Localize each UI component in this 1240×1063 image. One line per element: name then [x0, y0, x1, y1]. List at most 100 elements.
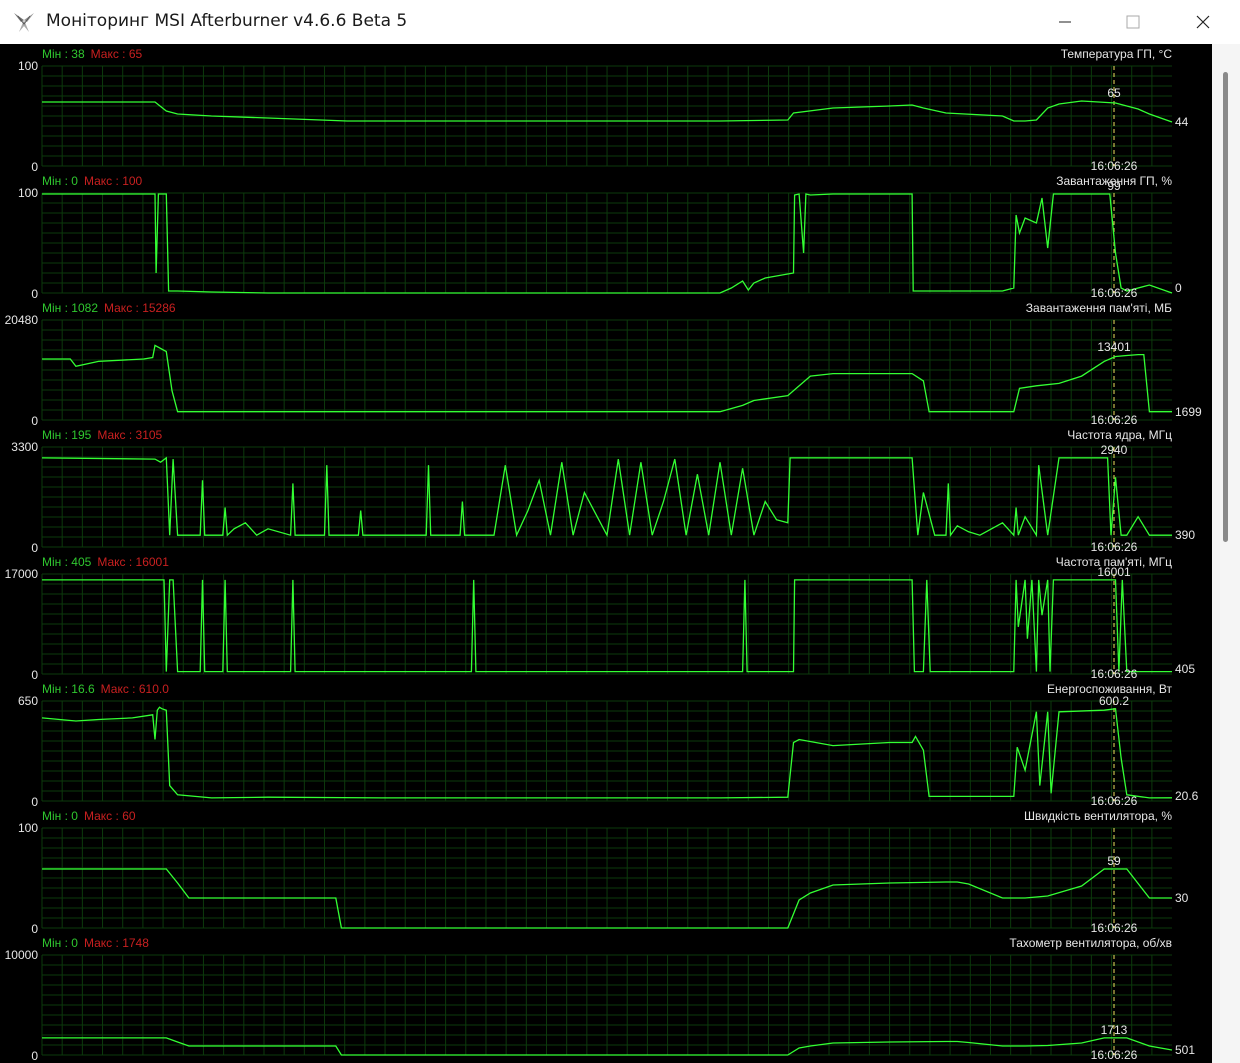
graph-title: Швидкість вентилятора, %	[1023, 809, 1172, 823]
max-value: 1748	[122, 936, 149, 950]
graph-plot[interactable]	[41, 192, 1173, 294]
graph-gpu-temperature: Мін : 38 Макс : 65 Температура ГП, °С 100…	[0, 44, 1212, 174]
min-prefix: Мін :	[42, 47, 72, 61]
min-value: 195	[71, 428, 92, 442]
grid	[41, 573, 1172, 675]
peak-value: 2940	[1100, 442, 1128, 457]
title-bar[interactable]: Моніторинг MSI Afterburner v4.6.6 Beta 5	[0, 0, 1240, 44]
min-value: 38	[71, 47, 85, 61]
minimize-button[interactable]	[1030, 0, 1100, 44]
graph-plot[interactable]	[41, 446, 1172, 548]
y-max-label: 3300	[11, 440, 38, 454]
maximize-icon	[1126, 15, 1140, 29]
graph-plot[interactable]	[41, 700, 1173, 802]
y-max-label: 650	[17, 694, 38, 708]
max-prefix: Макс :	[104, 301, 143, 315]
peak-value: 59	[1107, 854, 1121, 868]
peak-value: 99	[1107, 179, 1121, 193]
min-value: 0	[71, 809, 78, 823]
min-value: 405	[71, 555, 92, 569]
max-prefix: Макс :	[97, 428, 136, 442]
min-max-readout: Мін : 0 Макс : 100	[42, 174, 142, 188]
afterburner-window: Моніторинг MSI Afterburner v4.6.6 Beta 5…	[0, 0, 1240, 1063]
vertical-scrollbar[interactable]	[1212, 44, 1240, 1063]
min-max-readout: Мін : 1082 Макс : 15286	[42, 301, 176, 315]
graph-plot[interactable]	[41, 954, 1173, 1056]
current-value: 0	[1175, 281, 1182, 295]
min-max-readout: Мін : 0 Макс : 60	[42, 809, 136, 823]
monitoring-graphs[interactable]: Мін : 38 Макс : 65 Температура ГП, °С 100…	[0, 44, 1212, 1063]
max-value: 65	[128, 47, 143, 61]
graph-fan-speed: Мін : 0 Макс : 60 Швидкість вентилятора, …	[0, 806, 1212, 936]
graph-fan-tachometer: Мін : 0 Макс : 1748 Тахометр вентилятора,…	[0, 933, 1212, 1063]
graph-memory-clock: Мін : 405 Макс : 16001 Частота пам'яті, М…	[0, 552, 1212, 682]
current-value: 501	[1175, 1042, 1196, 1057]
min-prefix: Мін :	[42, 555, 72, 569]
graph-plot[interactable]	[41, 319, 1172, 421]
scrollbar-thumb[interactable]	[1223, 72, 1228, 542]
max-prefix: Макс :	[83, 174, 123, 188]
cursor-time: 16:06:26	[1090, 1048, 1138, 1062]
min-max-readout: Мін : 405 Макс : 16001	[42, 555, 169, 569]
peak-value: 16001	[1097, 564, 1131, 579]
grid	[41, 700, 1172, 802]
min-value: 1082	[71, 301, 98, 315]
min-prefix: Мін :	[42, 301, 72, 315]
y-max-label: 10000	[4, 948, 38, 962]
current-value: 20.6	[1175, 789, 1199, 803]
y-max-label: 100	[17, 186, 38, 200]
graph-plot[interactable]	[41, 65, 1173, 167]
max-value: 3105	[135, 428, 163, 442]
graph-memory-usage: Мін : 1082 Макс : 15286 Завантаження пам'…	[0, 298, 1212, 428]
grid	[41, 319, 1172, 421]
current-value: 30	[1175, 891, 1189, 905]
peak-value: 65	[1107, 86, 1121, 100]
grid	[41, 954, 1172, 1056]
graph-title: Завантаження пам'яті, МБ	[1025, 301, 1172, 315]
min-value: 0	[71, 174, 78, 188]
maximize-button[interactable]	[1098, 0, 1168, 44]
max-value: 16001	[135, 555, 169, 569]
graph-plot[interactable]	[41, 573, 1172, 675]
y-max-label: 100	[17, 59, 38, 73]
current-value: 44	[1175, 115, 1189, 129]
max-value: 100	[122, 174, 143, 188]
graph-gpu-usage: Мін : 0 Макс : 100 Завантаження ГП, % 100…	[0, 171, 1212, 301]
min-max-readout: Мін : 16.6 Макс : 610.0	[42, 682, 169, 696]
min-value: 16.6	[71, 682, 95, 696]
max-prefix: Макс :	[100, 682, 139, 696]
min-max-readout: Мін : 38 Макс : 65	[42, 47, 142, 61]
peak-value: 600.2	[1098, 693, 1130, 708]
min-max-readout: Мін : 0 Макс : 1748	[42, 936, 149, 950]
min-prefix: Мін :	[42, 682, 72, 696]
peak-value: 1713	[1100, 1022, 1128, 1037]
min-prefix: Мін :	[42, 174, 72, 188]
graph-plot[interactable]	[41, 827, 1172, 929]
max-value: 60	[122, 809, 136, 823]
minimize-icon	[1059, 21, 1071, 23]
max-value: 15286	[142, 301, 176, 315]
grid	[41, 827, 1172, 929]
current-value: 390	[1175, 528, 1196, 543]
y-max-label: 17000	[4, 567, 38, 581]
graph-title: Температура ГП, °С	[1060, 47, 1172, 61]
msi-afterburner-icon	[14, 13, 34, 32]
min-prefix: Мін :	[42, 936, 72, 950]
close-button[interactable]	[1168, 0, 1238, 44]
max-prefix: Макс :	[83, 809, 123, 823]
graph-core-clock: Мін : 195 Макс : 3105 Частота ядра, МГц 3…	[0, 425, 1212, 555]
min-prefix: Мін :	[42, 809, 72, 823]
graph-power-draw: Мін : 16.6 Макс : 610.0 Енергоспоживання,…	[0, 679, 1212, 809]
y-max-label: 100	[17, 821, 38, 835]
graph-title: Частота ядра, МГц	[1067, 428, 1172, 442]
min-max-readout: Мін : 195 Макс : 3105	[42, 428, 162, 442]
y-min-label: 0	[31, 1049, 38, 1063]
close-icon	[1196, 15, 1210, 29]
window-title: Моніторинг MSI Afterburner v4.6.6 Beta 5	[46, 11, 408, 31]
y-max-label: 20480	[4, 313, 38, 327]
grid	[41, 192, 1172, 294]
max-prefix: Макс :	[90, 47, 129, 61]
max-prefix: Макс :	[83, 936, 123, 950]
min-value: 0	[71, 936, 78, 950]
graph-title: Тахометр вентилятора, об/хв	[1009, 936, 1172, 950]
